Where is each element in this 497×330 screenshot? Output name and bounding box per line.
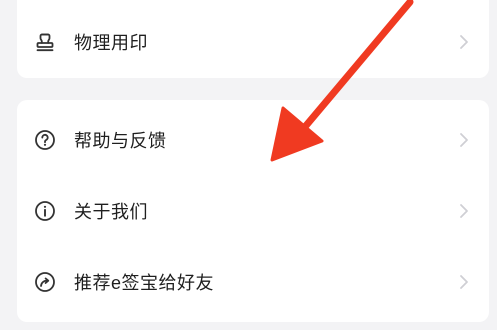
menu-card-main: 帮助与反馈 关于我们 推荐e签宝给好友 [17, 100, 489, 322]
chevron-right-icon [459, 132, 469, 148]
menu-item-about-us[interactable]: 关于我们 [17, 183, 489, 239]
menu-item-label: 物理用印 [74, 33, 148, 53]
menu-item-label: 关于我们 [74, 202, 148, 222]
share-circle-icon [34, 271, 56, 293]
help-circle-icon [34, 129, 56, 151]
menu-item-label: 帮助与反馈 [74, 131, 167, 151]
chevron-right-icon [459, 203, 469, 219]
chevron-right-icon [459, 274, 469, 290]
stamp-icon [34, 31, 56, 53]
menu-item-help-feedback[interactable]: 帮助与反馈 [17, 112, 489, 168]
menu-item-label: 推荐e签宝给好友 [74, 273, 215, 293]
chevron-right-icon [459, 34, 469, 50]
info-circle-icon [34, 200, 56, 222]
menu-item-physical-seal[interactable]: 物理用印 [17, 14, 489, 70]
menu-card-top: 物理用印 [17, 0, 489, 78]
menu-item-recommend-to-friends[interactable]: 推荐e签宝给好友 [17, 254, 489, 310]
